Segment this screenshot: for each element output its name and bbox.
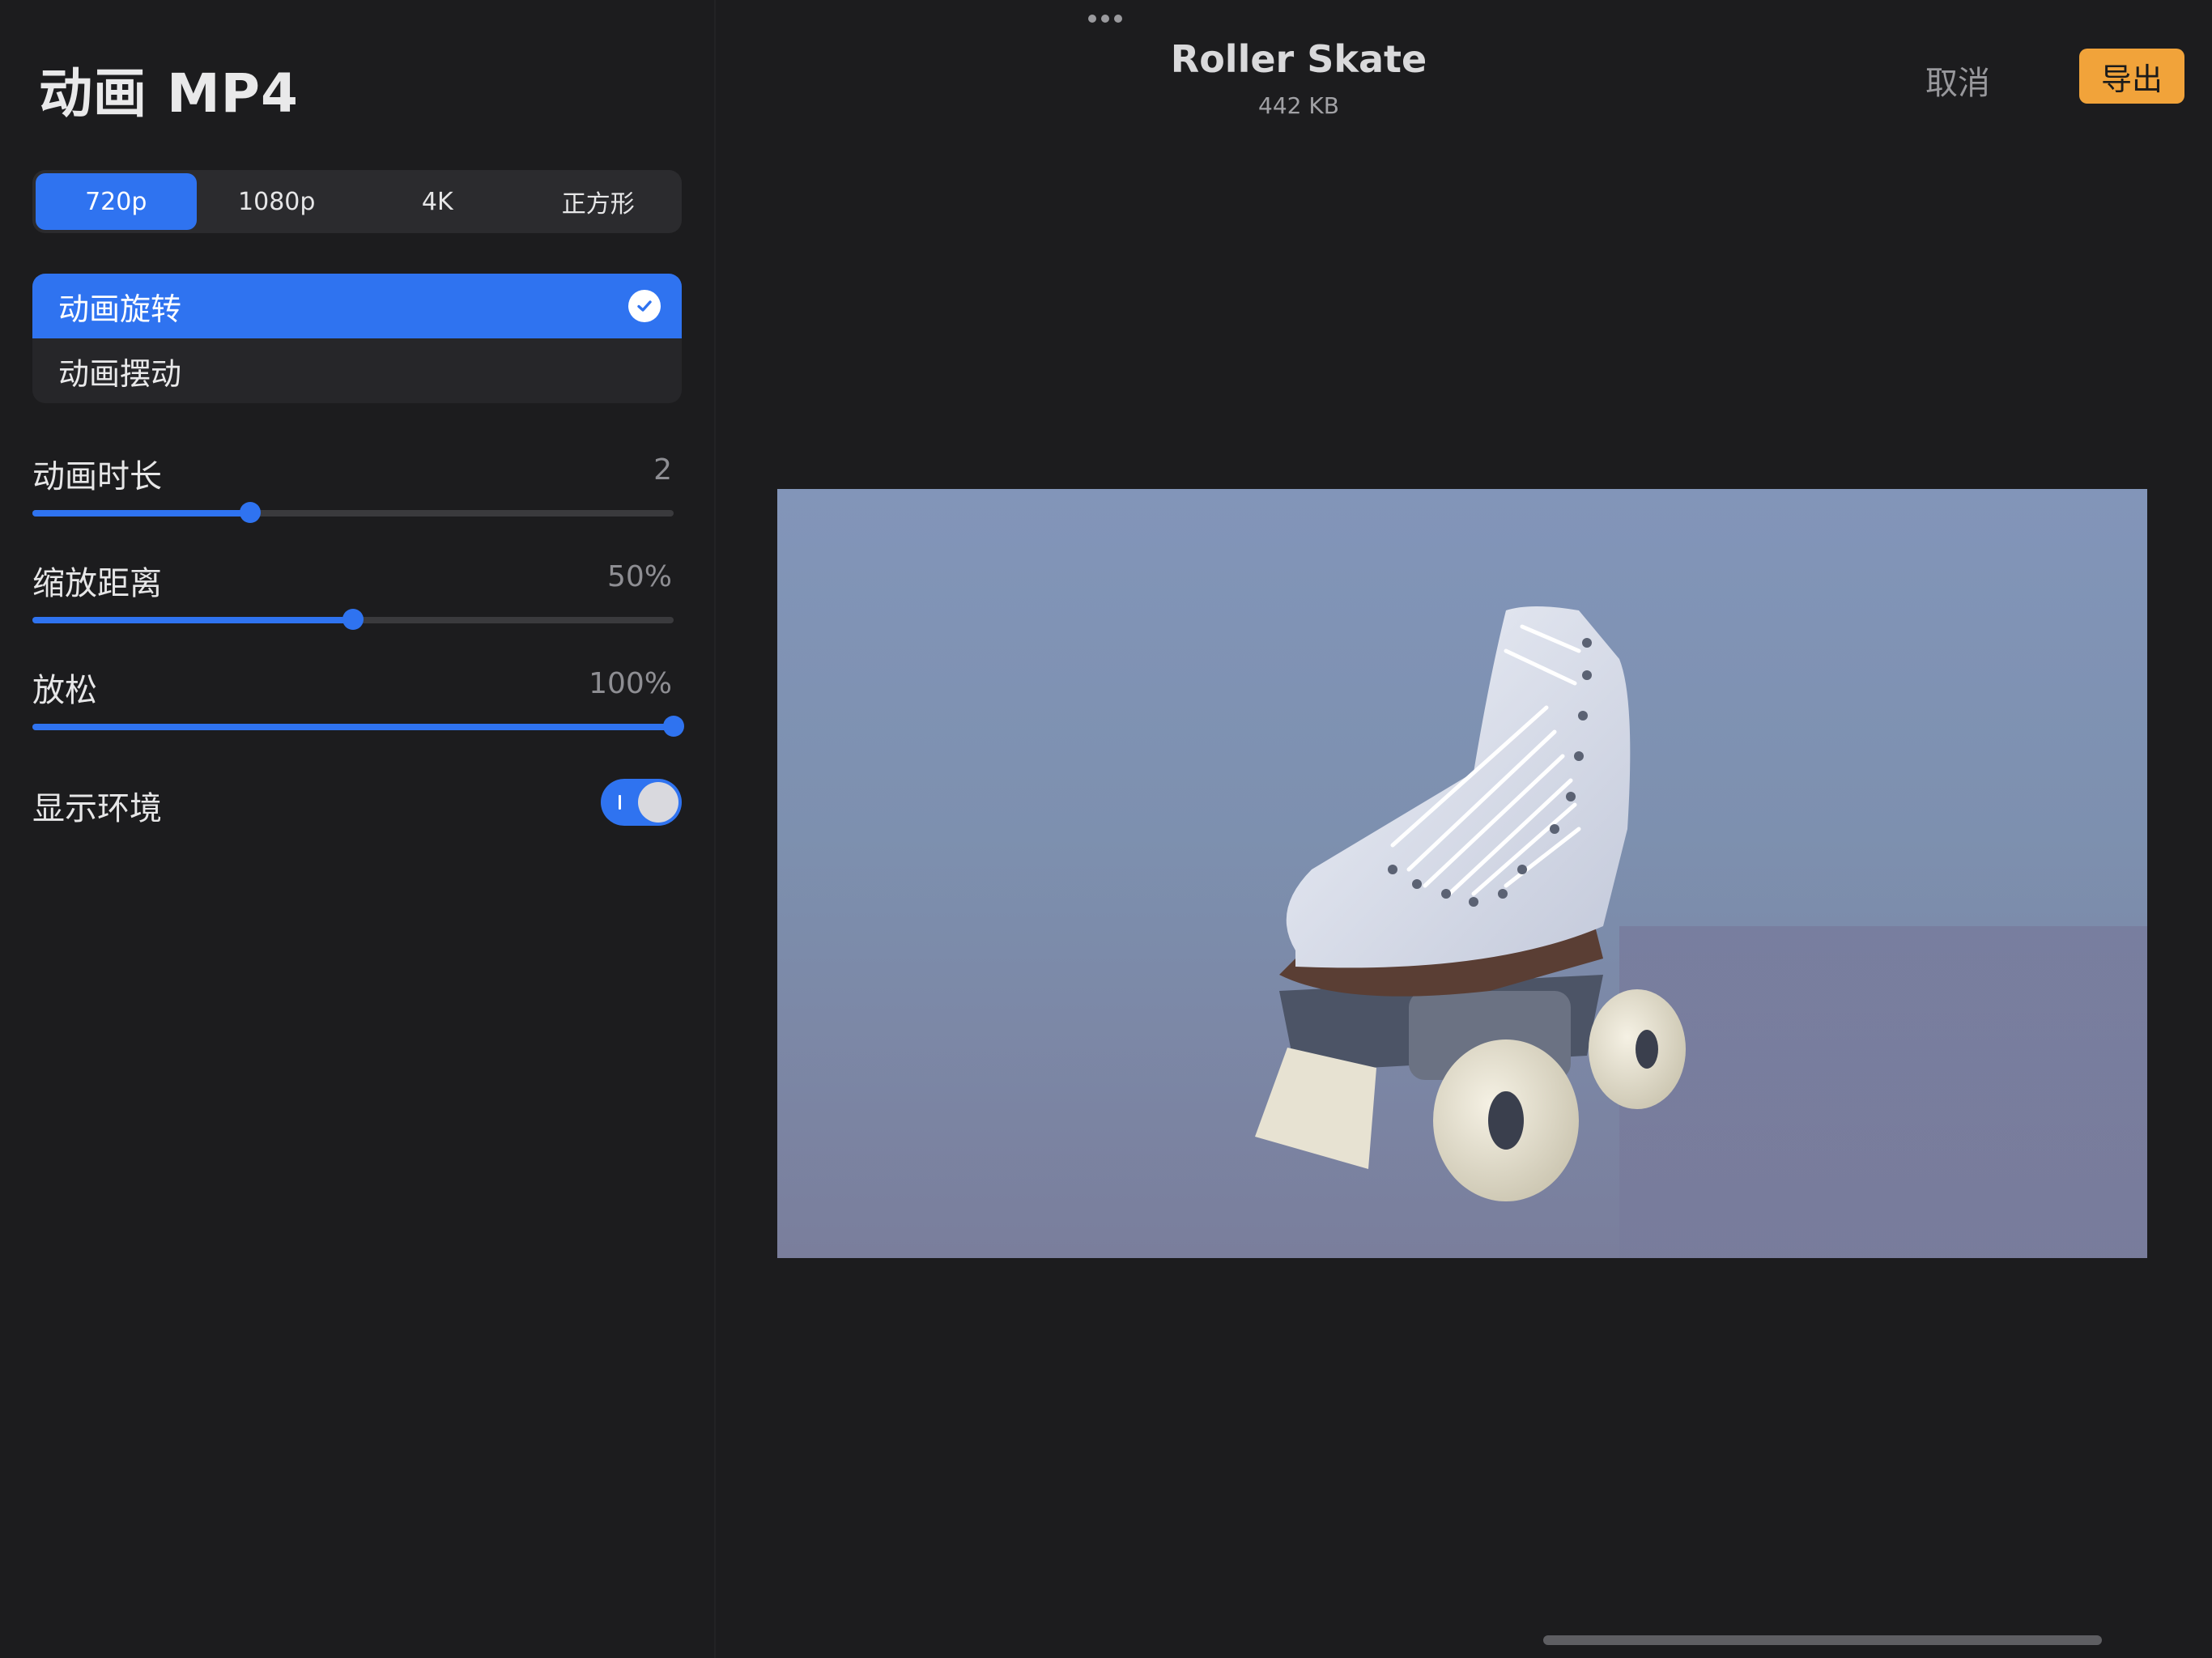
document-size: 442 KB	[1258, 92, 1339, 119]
show-environment-setting: 显示环境	[32, 779, 682, 831]
duration-value: 2	[653, 453, 672, 487]
ease-slider[interactable]	[32, 716, 684, 737]
ease-slider-fill	[32, 724, 674, 730]
animation-type-list: 动画旋转 动画摆动	[32, 274, 682, 403]
animation-type-label: 动画摆动	[58, 355, 182, 392]
preview-area: Roller Skate 442 KB 取消 导出	[716, 0, 2212, 1658]
ease-slider-thumb[interactable]	[663, 716, 684, 737]
export-settings-sidebar: 动画 MP4 720p 1080p 4K 正方形 动画旋转 动画摆动 动画时长	[0, 0, 716, 1658]
cancel-button[interactable]: 取消	[1925, 57, 1990, 104]
ease-label: 放松	[32, 672, 97, 709]
panel-title: 动画 MP4	[39, 62, 299, 125]
resolution-segmented-control: 720p 1080p 4K 正方形	[32, 170, 682, 233]
export-button[interactable]: 导出	[2079, 49, 2184, 104]
toggle-knob	[638, 782, 678, 823]
animation-type-swing[interactable]: 动画摆动	[32, 338, 682, 403]
resolution-tab-4k[interactable]: 4K	[357, 173, 518, 230]
zoom-distance-setting: 缩放距离 50%	[32, 557, 682, 630]
resolution-tab-720p[interactable]: 720p	[36, 173, 197, 230]
multitasking-dots-icon[interactable]	[1088, 15, 1122, 23]
zoom-distance-value: 50%	[606, 560, 672, 593]
zoom-distance-slider-fill	[32, 617, 353, 623]
animation-type-turntable[interactable]: 动画旋转	[32, 274, 682, 338]
export-animation-screen: 动画 MP4 720p 1080p 4K 正方形 动画旋转 动画摆动 动画时长	[0, 0, 2212, 1658]
resolution-tab-1080p[interactable]: 1080p	[197, 173, 358, 230]
animation-preview[interactable]	[777, 489, 2147, 1258]
animation-type-label: 动画旋转	[58, 291, 182, 327]
document-title: Roller Skate	[1170, 37, 1427, 81]
duration-slider-thumb[interactable]	[240, 502, 262, 523]
ease-value: 100%	[589, 667, 672, 700]
zoom-distance-slider-thumb[interactable]	[342, 609, 364, 630]
zoom-distance-label: 缩放距离	[32, 565, 162, 602]
zoom-distance-slider[interactable]	[32, 609, 674, 630]
toggle-on-mark	[619, 795, 621, 810]
roller-skate-image	[1255, 606, 1686, 1201]
duration-slider-fill	[32, 510, 251, 517]
duration-setting: 动画时长 2	[32, 450, 682, 523]
duration-slider[interactable]	[32, 502, 674, 523]
checkmark-icon	[628, 290, 661, 322]
show-environment-label: 显示环境	[32, 790, 162, 827]
home-indicator	[1543, 1635, 2102, 1645]
resolution-tab-square[interactable]: 正方形	[518, 173, 679, 230]
ease-setting: 放松 100%	[32, 664, 684, 737]
show-environment-toggle[interactable]	[601, 779, 682, 826]
duration-label: 动画时长	[32, 458, 162, 495]
